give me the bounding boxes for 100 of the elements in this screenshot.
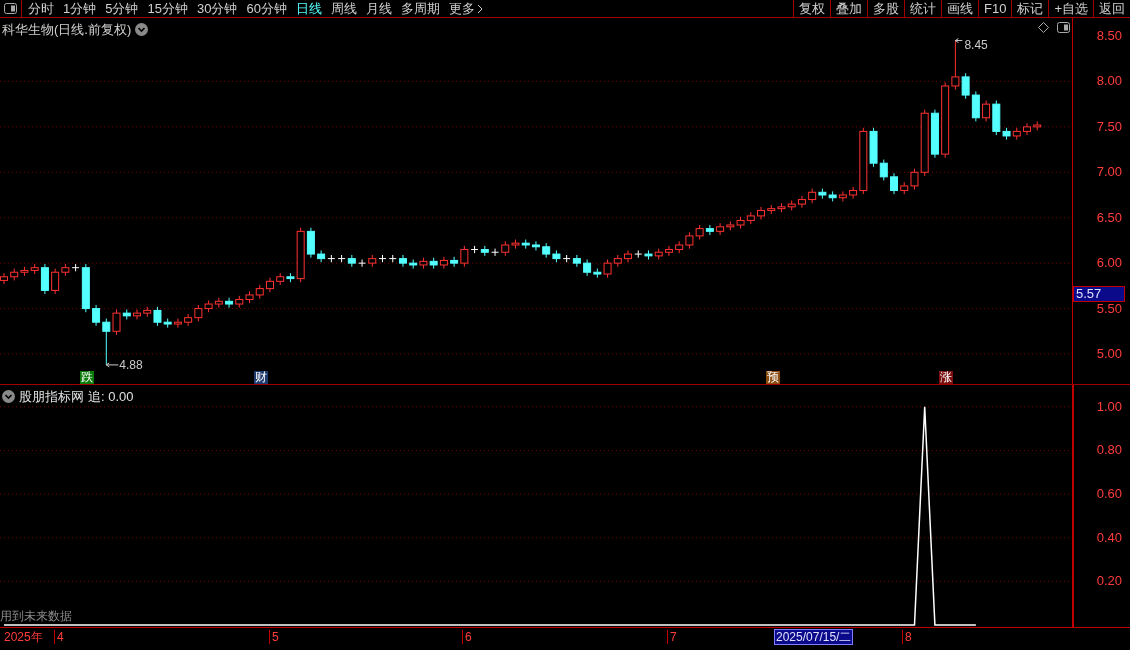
candlestick (542, 242, 551, 259)
event-marker[interactable]: 跌 (80, 371, 94, 384)
candlestick (787, 199, 796, 211)
more-button[interactable]: 更多 (448, 0, 483, 17)
candlestick (439, 256, 448, 270)
period-tab[interactable]: 多周期 (400, 0, 440, 17)
toolbar-button[interactable]: 返回 (1093, 0, 1130, 17)
candlestick (531, 240, 540, 251)
toolbar-button[interactable]: +自选 (1048, 0, 1093, 17)
candlestick (695, 224, 704, 241)
period-tab[interactable]: 5分钟 (105, 0, 139, 17)
chart-title: 科华生物(日线.前复权) (2, 21, 132, 39)
event-marker[interactable]: 财 (254, 371, 268, 384)
candlestick (419, 257, 428, 270)
candlestick (890, 172, 898, 195)
chevron-down-icon[interactable] (135, 23, 149, 37)
panel-icon[interactable] (1057, 22, 1070, 33)
current-price-tag: 5.57 (1073, 286, 1125, 302)
candlestick (245, 290, 254, 304)
warning-note: 用到未来数据 (0, 610, 72, 623)
candlestick (194, 304, 203, 322)
candlestick (644, 249, 653, 260)
candlestick (726, 220, 735, 231)
candlestick (930, 109, 939, 159)
toolbar-button[interactable]: 复权 (793, 0, 830, 17)
axis-label: 6.00 (1096, 256, 1122, 271)
indicator-title: 股朋指标网 (19, 388, 84, 406)
candlestick (184, 313, 193, 327)
event-marker[interactable]: 预 (766, 371, 780, 384)
candlestick (971, 90, 980, 122)
candlestick (20, 266, 29, 277)
candlestick (214, 297, 223, 309)
candlestick (777, 202, 786, 213)
candlestick (613, 254, 622, 268)
candlestick (654, 248, 663, 260)
period-tab[interactable]: 月线 (365, 0, 392, 17)
candlestick (225, 297, 234, 309)
candlestick (133, 309, 141, 320)
candlestick (736, 216, 745, 230)
candlestick (828, 190, 837, 202)
diamond-icon[interactable] (1038, 22, 1049, 33)
candlestick (797, 195, 806, 209)
axis-label: 0.60 (1096, 487, 1122, 502)
period-tab[interactable]: 周线 (330, 0, 357, 17)
period-tab[interactable]: 30分钟 (196, 0, 238, 17)
period-tab[interactable]: 分时 (28, 0, 54, 17)
axis-label: 7.50 (1096, 119, 1122, 134)
candlestick (767, 204, 776, 215)
cursor-date: 2025/07/15/二 (774, 629, 854, 645)
panel-toggle-icon[interactable] (4, 3, 17, 14)
axis-label: 0.40 (1096, 530, 1122, 545)
axis-label: 0.80 (1096, 443, 1122, 458)
axis-label: 8.50 (1096, 29, 1122, 43)
candlestick (204, 299, 213, 313)
axis-label: 6.50 (1096, 210, 1122, 225)
toolbar-button[interactable]: 统计 (904, 0, 941, 17)
month-label: 8 (902, 630, 912, 644)
axis-label: 1.00 (1096, 399, 1122, 414)
candlestick (266, 277, 274, 293)
candlestick (705, 224, 714, 236)
candlestick (10, 268, 19, 281)
toolbar-button[interactable]: 标记 (1011, 0, 1049, 17)
period-tab[interactable]: 日线 (295, 0, 322, 17)
toolbar-button[interactable]: 叠加 (830, 0, 867, 17)
candlestick (1033, 120, 1042, 131)
axis-label: 7.00 (1096, 165, 1122, 180)
month-label: 7 (667, 630, 677, 644)
candlestick (235, 295, 244, 309)
toolbar-button[interactable]: F10 (978, 0, 1012, 17)
candlestick (634, 249, 643, 259)
candlestick (808, 188, 817, 204)
axis-label: 0.20 (1096, 574, 1122, 589)
candlestick (757, 206, 765, 221)
year-label: 2025年 (4, 630, 43, 644)
candlestick (409, 259, 418, 270)
toolbar-button[interactable]: 画线 (941, 0, 978, 17)
candlestick (255, 284, 264, 300)
event-marker[interactable]: 涨 (939, 371, 953, 384)
period-tab[interactable]: 15分钟 (147, 0, 188, 17)
axis-label: 5.50 (1096, 301, 1122, 316)
month-label: 5 (269, 630, 279, 644)
period-tab[interactable]: 60分钟 (246, 0, 287, 17)
candlestick (675, 240, 684, 254)
toolbar-button[interactable]: 多股 (867, 0, 904, 17)
chevron-right-icon (476, 3, 483, 14)
price-annotation: 4.88 (119, 357, 143, 372)
candlestick (429, 257, 438, 270)
chevron-down-icon[interactable] (2, 390, 15, 404)
candlestick (480, 245, 489, 257)
candlestick (664, 245, 673, 257)
period-tab[interactable]: 1分钟 (63, 0, 97, 17)
candlestick (1023, 122, 1031, 136)
price-annotation: 8.45 (964, 37, 988, 52)
low-price-label (105, 362, 119, 368)
candlestick (818, 188, 827, 200)
candlestick (838, 190, 847, 202)
indicator-reading: 追: 0.00 (88, 388, 134, 406)
candlestick (716, 222, 725, 236)
candlestick (685, 231, 694, 250)
month-label: 6 (462, 630, 472, 644)
